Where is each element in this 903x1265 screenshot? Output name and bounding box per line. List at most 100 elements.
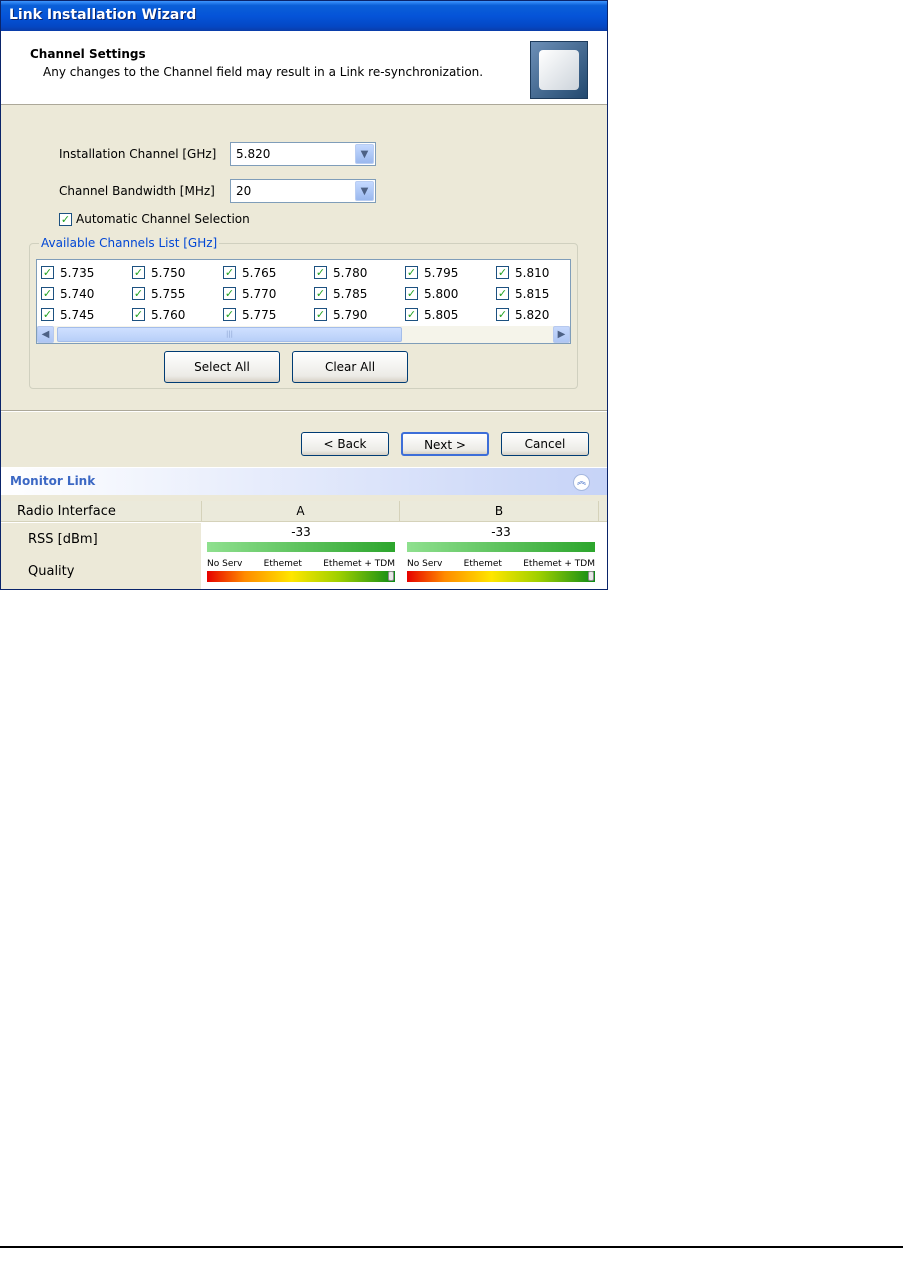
monitor-link-title: Monitor Link [10, 474, 96, 488]
channel-label: 5.800 [424, 286, 459, 301]
channel-checkbox[interactable]: ✓ [405, 308, 418, 321]
quality-cell-b: No Serv Ethemet Ethemet + TDM [403, 558, 599, 582]
channel-checkbox[interactable]: ✓ [132, 308, 145, 321]
cancel-button[interactable]: Cancel [501, 432, 589, 456]
page-title: Channel Settings [30, 47, 146, 61]
quality-marker-icon [388, 571, 394, 581]
monitor-link-bar[interactable]: Monitor Link ︽ [1, 467, 607, 495]
scroll-thumb[interactable]: ||| [57, 327, 402, 342]
channel-checkbox[interactable]: ✓ [132, 287, 145, 300]
quality-label-ethernet-tdm: Ethemet + TDM [323, 559, 395, 569]
channel-label: 5.780 [333, 265, 368, 280]
rss-row-label: RSS [dBm] [1, 523, 201, 557]
channel-item[interactable]: ✓ 5.765 [223, 264, 314, 281]
channel-item[interactable]: ✓ 5.770 [223, 285, 314, 302]
channel-checkbox[interactable]: ✓ [314, 266, 327, 279]
channel-item[interactable]: ✓ 5.795 [405, 264, 496, 281]
channel-item[interactable]: ✓ 5.785 [314, 285, 405, 302]
channel-checkbox[interactable]: ✓ [405, 266, 418, 279]
chevron-down-icon[interactable]: ▼ [355, 144, 374, 164]
channel-bandwidth-select[interactable]: 20 ▼ [230, 179, 376, 203]
channel-item[interactable]: ✓ 5.760 [132, 306, 223, 323]
column-radio-interface: Radio Interface [17, 504, 116, 519]
column-b: B [399, 501, 599, 522]
next-button[interactable]: Next > [401, 432, 489, 456]
channel-label: 5.785 [333, 286, 368, 301]
channel-item[interactable]: ✓ 5.800 [405, 285, 496, 302]
channel-label: 5.750 [151, 265, 186, 280]
collapse-icon[interactable]: ︽ [573, 474, 590, 491]
page-subtitle: Any changes to the Channel field may res… [43, 65, 484, 79]
channel-checkbox[interactable]: ✓ [314, 287, 327, 300]
quality-cell-a: No Serv Ethemet Ethemet + TDM [203, 558, 399, 582]
channel-label: 5.805 [424, 307, 459, 322]
channel-checkbox[interactable]: ✓ [405, 287, 418, 300]
channel-label: 5.795 [424, 265, 459, 280]
channel-checkbox[interactable]: ✓ [41, 287, 54, 300]
automatic-selection-row[interactable]: ✓ Automatic Channel Selection [59, 212, 250, 226]
available-channels-legend: Available Channels List [GHz] [39, 236, 220, 250]
channel-checkbox[interactable]: ✓ [41, 308, 54, 321]
channel-checkbox[interactable]: ✓ [223, 266, 236, 279]
channel-item[interactable]: ✓ 5.790 [314, 306, 405, 323]
wizard-window: Link Installation Wizard Channel Setting… [0, 0, 608, 590]
scroll-right-icon[interactable]: ▶ [553, 326, 570, 343]
channel-checkbox[interactable]: ✓ [314, 308, 327, 321]
channel-checkbox[interactable]: ✓ [496, 266, 509, 279]
chevron-down-icon[interactable]: ▼ [355, 181, 374, 201]
back-button[interactable]: < Back [301, 432, 389, 456]
rss-bar-b [407, 542, 595, 552]
channel-item[interactable]: ✓ 5.815 [496, 285, 587, 302]
channel-label: 5.735 [60, 265, 95, 280]
channel-list: ✓ 5.735 ✓ 5.750 ✓ 5.765 ✓ 5.780 ✓ 5.795 ✓ 5.810 ✓ 5.7… [36, 259, 571, 344]
channel-checkbox[interactable]: ✓ [223, 287, 236, 300]
channel-item[interactable]: ✓ 5.810 [496, 264, 587, 281]
channel-label: 5.760 [151, 307, 186, 322]
column-a: A [201, 501, 399, 522]
horizontal-scrollbar[interactable]: ◀ ||| ▶ [37, 326, 570, 343]
installation-channel-value: 5.820 [236, 147, 271, 161]
clear-all-button[interactable]: Clear All [292, 351, 408, 383]
channel-checkbox[interactable]: ✓ [132, 266, 145, 279]
channel-item[interactable]: ✓ 5.755 [132, 285, 223, 302]
channel-item[interactable]: ✓ 5.750 [132, 264, 223, 281]
quality-marker-icon [588, 571, 594, 581]
window-title: Link Installation Wizard [1, 1, 607, 31]
channel-checkbox[interactable]: ✓ [41, 266, 54, 279]
installation-channel-select[interactable]: 5.820 ▼ [230, 142, 376, 166]
rss-value-a: -33 [291, 525, 311, 539]
channel-item[interactable]: ✓ 5.805 [405, 306, 496, 323]
automatic-selection-label: Automatic Channel Selection [76, 212, 250, 226]
channel-checkbox[interactable]: ✓ [496, 287, 509, 300]
quality-label-ethernet: Ethemet [263, 559, 302, 569]
channel-item[interactable]: ✓ 5.775 [223, 306, 314, 323]
channel-item[interactable]: ✓ 5.740 [41, 285, 132, 302]
wizard-header: Channel Settings Any changes to the Chan… [1, 31, 607, 105]
channel-item[interactable]: ✓ 5.820 [496, 306, 587, 323]
automatic-selection-checkbox[interactable]: ✓ [59, 212, 72, 226]
divider [1, 410, 607, 412]
scroll-left-icon[interactable]: ◀ [37, 326, 54, 343]
channel-label: 5.790 [333, 307, 368, 322]
channel-label: 5.755 [151, 286, 186, 301]
quality-bar-b [407, 571, 595, 582]
channel-label: 5.810 [515, 265, 550, 280]
channel-item[interactable]: ✓ 5.745 [41, 306, 132, 323]
channel-label: 5.775 [242, 307, 277, 322]
quality-label-no-serv: No Serv [407, 559, 443, 569]
rss-bar-a [207, 542, 395, 552]
channel-checkbox[interactable]: ✓ [223, 308, 236, 321]
channel-item[interactable]: ✓ 5.735 [41, 264, 132, 281]
quality-label-no-serv: No Serv [207, 559, 243, 569]
rss-cell-b: -33 [403, 524, 599, 552]
rss-value-b: -33 [491, 525, 511, 539]
quality-bar-a [207, 571, 395, 582]
channel-label: 5.820 [515, 307, 550, 322]
channel-checkbox[interactable]: ✓ [496, 308, 509, 321]
channel-label: 5.745 [60, 307, 95, 322]
channel-bandwidth-label: Channel Bandwidth [MHz] [59, 184, 215, 198]
channel-item[interactable]: ✓ 5.780 [314, 264, 405, 281]
channel-bandwidth-value: 20 [236, 184, 252, 198]
select-all-button[interactable]: Select All [164, 351, 280, 383]
monitor-table: Radio Interface A B RSS [dBm] Quality -3… [1, 501, 607, 589]
